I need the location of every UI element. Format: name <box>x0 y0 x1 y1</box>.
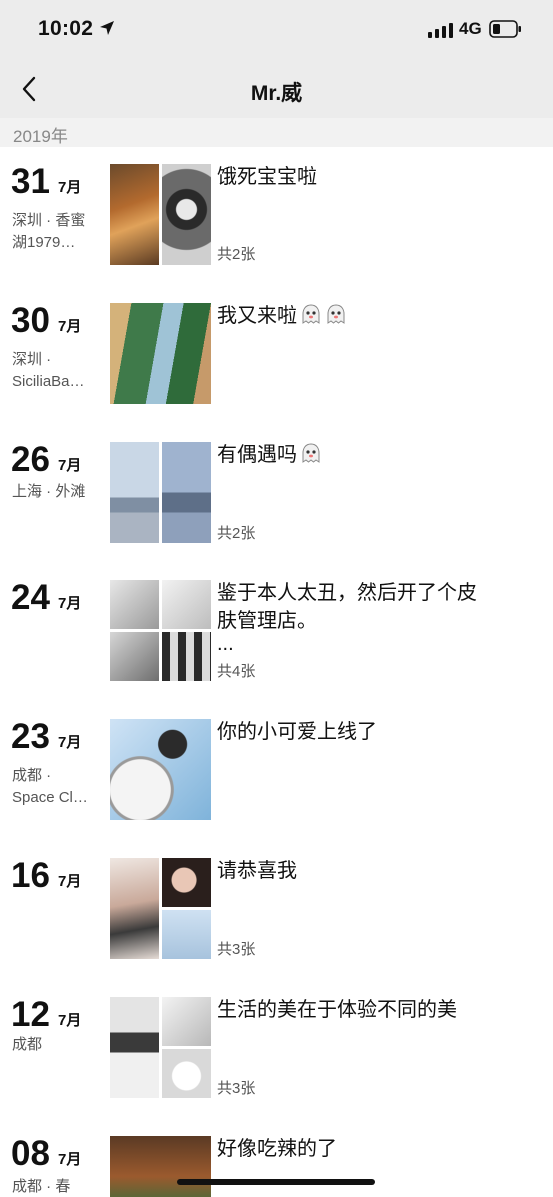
photo-count: 共3张 <box>217 1080 256 1097</box>
year-label: 2019年 <box>13 127 68 146</box>
post-item[interactable]: 08 7月 成都 · 春 好像吃辣的了 <box>0 1134 553 1197</box>
photo-thumbnails[interactable] <box>110 442 211 543</box>
post-day: 24 <box>11 578 50 617</box>
post-item[interactable]: 31 7月 深圳 · 香蜜 湖1979… 饿死宝宝啦 共2张 <box>0 162 553 292</box>
post-day: 31 <box>11 162 50 201</box>
post-month: 7月 <box>58 734 82 751</box>
photo-thumbnail <box>110 997 159 1098</box>
photo-thumbnail <box>162 164 211 265</box>
photo-thumbnails[interactable] <box>110 1136 211 1197</box>
post-item[interactable]: 30 7月 深圳 · SiciliaBa… 我又来啦 <box>0 301 553 431</box>
post-caption: 你的小可爱上线了 <box>217 721 377 743</box>
photo-count: 共3张 <box>217 941 256 958</box>
photo-thumbnail <box>110 303 211 404</box>
status-bar: 10:02 4G <box>0 0 553 60</box>
photo-thumbnails[interactable] <box>110 580 211 681</box>
post-day: 23 <box>11 717 50 756</box>
post-month: 7月 <box>58 457 82 474</box>
post-item[interactable]: 24 7月 鉴于本人太丑，然后开了个皮 肤管理店。 ... 共4张 <box>0 578 553 708</box>
nav-bar: Mr.威 <box>0 60 553 118</box>
post-item[interactable]: 16 7月 请恭喜我 共3张 <box>0 856 553 986</box>
photo-thumbnail <box>110 442 159 543</box>
post-month: 7月 <box>58 179 82 196</box>
post-caption: 我又来啦 <box>217 302 517 330</box>
post-location: 成都 · 春 <box>12 1178 71 1195</box>
photo-thumbnails[interactable] <box>110 303 211 404</box>
post-location: 深圳 · 香蜜 湖1979… <box>12 212 86 251</box>
photo-thumbnail <box>162 858 211 907</box>
ghost-icon <box>302 443 320 463</box>
post-day: 12 <box>11 995 50 1034</box>
photo-thumbnail <box>110 719 211 820</box>
post-caption: 饿死宝宝啦 <box>217 166 317 188</box>
photo-thumbnail <box>162 910 211 959</box>
photo-count: 共2张 <box>217 246 256 263</box>
photo-thumbnail <box>110 858 159 959</box>
post-location: 上海 · 外滩 <box>12 483 86 500</box>
network-type: 4G <box>459 19 482 38</box>
photo-count: 共4张 <box>217 663 256 680</box>
post-month: 7月 <box>58 1151 82 1168</box>
year-header: 2019年 <box>0 118 553 147</box>
post-location: 深圳 · SiciliaBa… <box>12 351 85 390</box>
photo-thumbnails[interactable] <box>110 164 211 265</box>
post-day: 26 <box>11 440 50 479</box>
post-day: 08 <box>11 1134 50 1173</box>
ghost-icon <box>327 304 345 324</box>
page-title: Mr.威 <box>250 82 303 105</box>
status-time: 10:02 <box>38 17 94 40</box>
post-item[interactable]: 26 7月 上海 · 外滩 有偶遇吗 共2张 <box>0 440 553 570</box>
photo-thumbnail <box>162 632 211 681</box>
ghost-icon <box>302 304 320 324</box>
post-location: 成都 · Space Cl… <box>12 767 88 806</box>
signal-icon <box>428 22 454 38</box>
post-item[interactable]: 12 7月 成都 生活的美在于体验不同的美 共3张 <box>0 995 553 1125</box>
location-arrow-icon <box>100 21 114 35</box>
post-caption: 鉴于本人太丑，然后开了个皮 肤管理店。 ... <box>217 582 477 655</box>
post-day: 30 <box>11 301 50 340</box>
post-item[interactable]: 23 7月 成都 · Space Cl… 你的小可爱上线了 <box>0 717 553 847</box>
post-month: 7月 <box>58 595 82 612</box>
photo-thumbnail <box>110 1136 211 1197</box>
post-caption: 生活的美在于体验不同的美 <box>217 999 457 1021</box>
post-day: 16 <box>11 856 50 895</box>
post-month: 7月 <box>58 318 82 335</box>
photo-thumbnail <box>162 580 211 629</box>
photo-thumbnail <box>110 580 159 629</box>
photo-thumbnails[interactable] <box>110 719 211 820</box>
post-month: 7月 <box>58 873 82 890</box>
photo-thumbnail <box>110 632 159 681</box>
photo-thumbnail <box>110 164 159 265</box>
post-location: 成都 <box>12 1036 43 1053</box>
photo-count: 共2张 <box>217 525 256 542</box>
photo-thumbnail <box>162 1049 211 1098</box>
post-month: 7月 <box>58 1012 82 1029</box>
battery-icon <box>489 20 521 38</box>
post-caption: 好像吃辣的了 <box>217 1138 337 1160</box>
post-caption: 有偶遇吗 <box>217 441 517 469</box>
photo-thumbnails[interactable] <box>110 858 211 959</box>
photo-thumbnail <box>162 442 211 543</box>
home-indicator[interactable] <box>177 1179 375 1185</box>
post-caption: 请恭喜我 <box>217 860 297 882</box>
photo-thumbnail <box>162 997 211 1046</box>
photo-thumbnails[interactable] <box>110 997 211 1098</box>
